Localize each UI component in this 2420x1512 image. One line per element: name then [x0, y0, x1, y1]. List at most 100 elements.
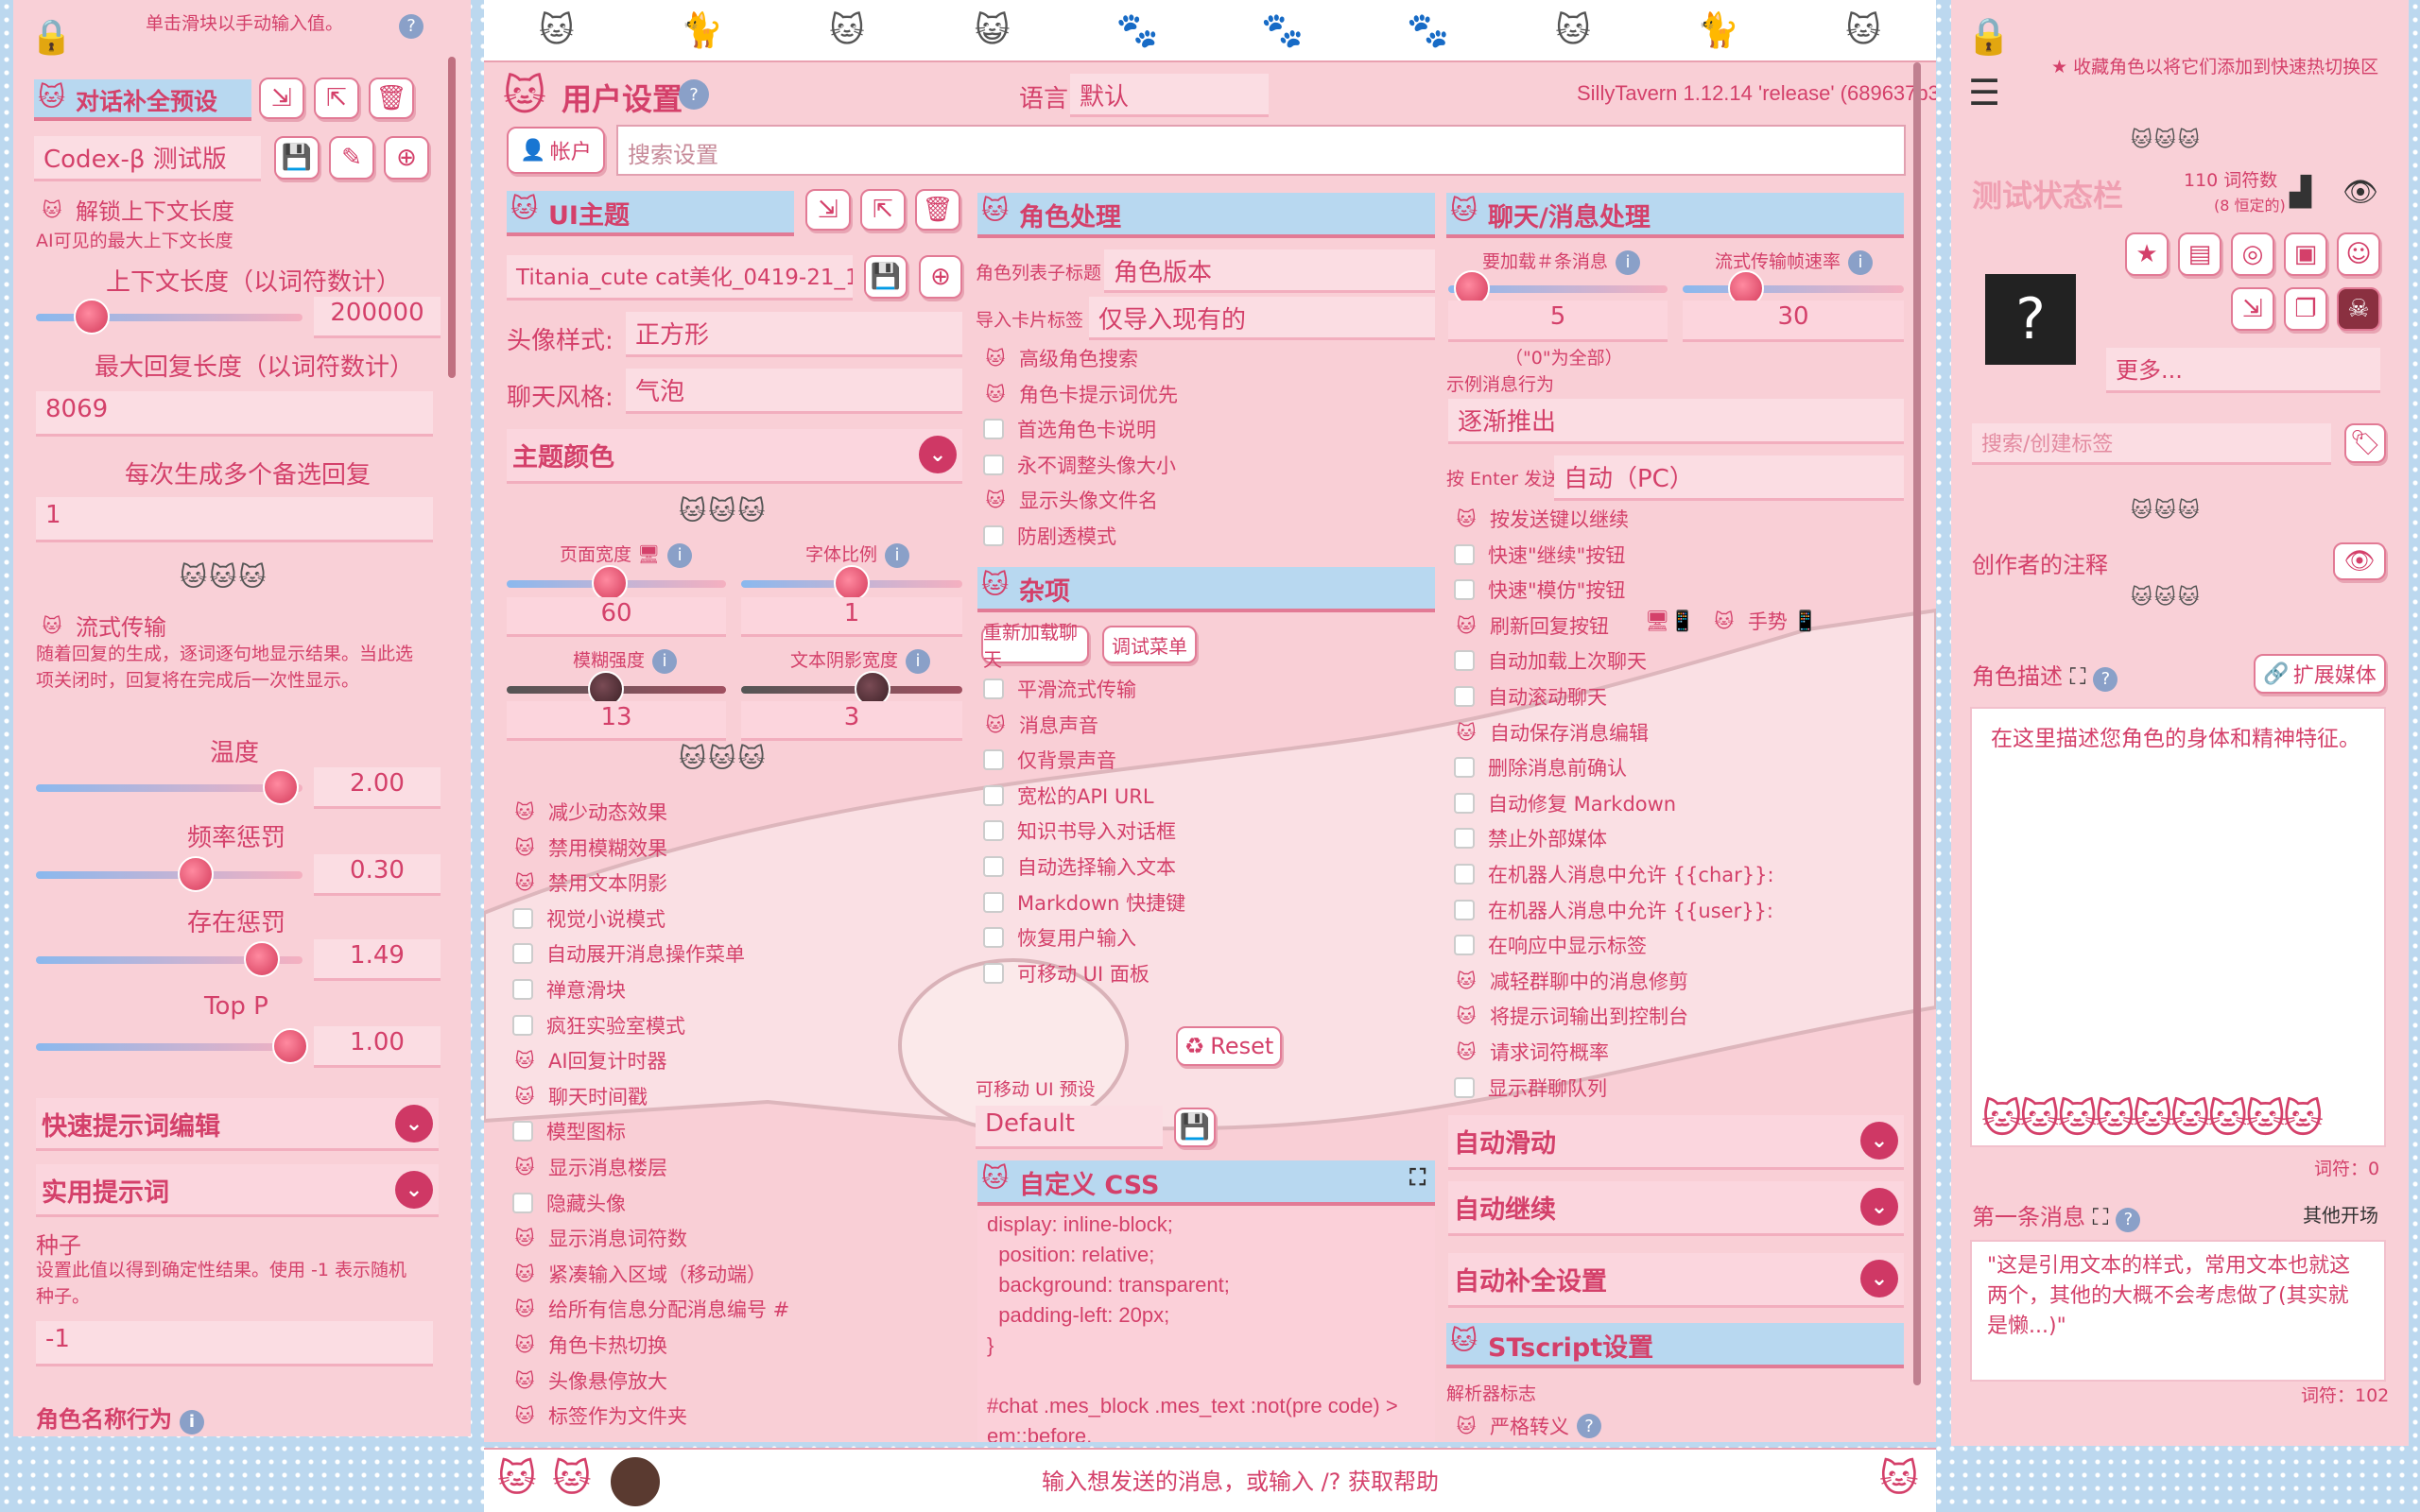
checkbox-row[interactable]: 🐱 显示消息词符数: [512, 1224, 687, 1252]
alternate-greetings-button[interactable]: 其他开场: [2295, 1194, 2386, 1232]
checkbox[interactable]: [1454, 650, 1475, 672]
checkbox-row[interactable]: 删除消息前确认: [1454, 753, 1627, 782]
checkbox-row[interactable]: 🐱 给所有信息分配消息编号 #: [512, 1295, 790, 1323]
page-width-value[interactable]: 60: [507, 597, 726, 637]
cat-check-icon[interactable]: 🐱: [512, 1404, 537, 1427]
text-shadow-slider[interactable]: [741, 671, 962, 707]
checkbox-row[interactable]: 🐱 请求词符概率: [1454, 1038, 1609, 1066]
cat-check-icon[interactable]: 🐱: [512, 1049, 537, 1072]
cat-check-icon[interactable]: 🐱: [512, 1369, 537, 1392]
cat-check-icon[interactable]: 🐱: [983, 489, 1008, 511]
user-settings-icon[interactable]: 🐾: [1112, 5, 1163, 56]
font-scale-slider[interactable]: [741, 565, 962, 601]
checkbox-row[interactable]: 🐱 自动保存消息编辑: [1454, 718, 1649, 747]
ai-response-format-icon[interactable]: 🐱: [821, 5, 873, 56]
character-management-icon[interactable]: 🐈: [1693, 5, 1744, 56]
export-card-button[interactable]: ▣: [2284, 232, 2327, 276]
temperature-input[interactable]: 2.00: [314, 767, 441, 809]
checkbox[interactable]: [983, 525, 1004, 546]
checkbox-row[interactable]: 🐱 减少动态效果: [512, 798, 667, 826]
eye-icon[interactable]: 👁: [2333, 542, 2386, 580]
checkbox-row[interactable]: 自动展开消息操作菜单: [512, 939, 745, 968]
chevron-down-icon[interactable]: ⌄: [919, 436, 957, 473]
checkbox-row[interactable]: 隐藏头像: [512, 1189, 626, 1217]
account-button[interactable]: 👤 帐户: [507, 127, 605, 174]
export-preset-button[interactable]: ⇱: [314, 77, 359, 119]
checkbox-row[interactable]: 疯狂实验室模式: [512, 1011, 685, 1040]
slider-knob[interactable]: [272, 1028, 308, 1064]
checkbox-row[interactable]: 自动滚动聊天: [1454, 682, 1607, 711]
checkbox[interactable]: [1454, 828, 1475, 850]
backgrounds-icon[interactable]: 🐾: [1257, 5, 1308, 56]
api-connections-icon[interactable]: 🐈: [676, 5, 727, 56]
checkbox-row[interactable]: 快速"继续"按钮: [1454, 541, 1625, 569]
checkbox-row[interactable]: 模型图标: [512, 1117, 626, 1145]
cat-check-icon[interactable]: 🐱: [983, 347, 1008, 369]
cat-check-icon[interactable]: 🐱: [983, 713, 1008, 736]
import-tags-button[interactable]: ⇲: [2231, 287, 2274, 331]
checkbox-row[interactable]: 防剧透模式: [983, 522, 1116, 550]
checkbox-row[interactable]: 🐱 角色卡热切换: [512, 1331, 667, 1359]
checkbox[interactable]: [512, 1192, 533, 1213]
cat-check-icon[interactable]: 🐱: [1454, 1040, 1478, 1063]
custom-css-textarea[interactable]: display: inline-block; position: relativ…: [977, 1210, 1435, 1442]
presence-penalty-slider[interactable]: [36, 941, 302, 977]
frequency-penalty-slider[interactable]: [36, 856, 302, 892]
multi-swipe-input[interactable]: 1: [36, 497, 433, 542]
checkbox-row[interactable]: 🐱 禁用文本阴影: [512, 868, 667, 897]
checkbox[interactable]: [983, 784, 1004, 806]
import-theme-button[interactable]: ⇲: [805, 189, 851, 231]
settings-search-input[interactable]: 搜索设置: [616, 125, 1906, 176]
lock-icon[interactable]: 🔒: [30, 17, 73, 57]
checkbox-row[interactable]: 显示群聊队列: [1454, 1074, 1607, 1102]
load-messages-value[interactable]: 5: [1448, 301, 1668, 342]
checkbox[interactable]: [1454, 543, 1475, 565]
unlock-context-checkbox[interactable]: 🐱 解锁上下文长度: [40, 193, 234, 226]
stats-icon[interactable]: ▟: [2290, 176, 2311, 209]
checkbox[interactable]: [1454, 579, 1475, 601]
more-select[interactable]: 更多...: [2106, 348, 2380, 393]
checkbox[interactable]: [983, 891, 1004, 913]
checkbox-row[interactable]: 在机器人消息中允许 {{char}}:: [1454, 860, 1774, 888]
duplicate-button[interactable]: ❐: [2284, 287, 2327, 331]
stream-fps-slider[interactable]: [1683, 270, 1904, 306]
top-p-input[interactable]: 1.00: [314, 1026, 441, 1068]
enter-send-select[interactable]: 自动（PC）: [1554, 455, 1904, 501]
slider-knob[interactable]: [178, 856, 214, 892]
save-theme-button[interactable]: 💾: [864, 255, 908, 299]
checkbox-row[interactable]: 🐱 紧凑输入区域（移动端）: [512, 1260, 767, 1288]
checkbox[interactable]: [1454, 757, 1475, 779]
char-list-subtitle-select[interactable]: 角色版本: [1104, 249, 1435, 293]
top-p-slider[interactable]: [36, 1028, 308, 1064]
checkbox[interactable]: [1454, 899, 1475, 920]
checkbox[interactable]: [512, 979, 533, 1000]
chevron-down-icon[interactable]: ⌄: [1860, 1260, 1898, 1297]
char-description-textarea[interactable]: 在这里描述您角色的身体和精神特征。 🐱🐱🐱🐱🐱🐱🐱🐱🐱: [1970, 707, 2386, 1147]
help-icon[interactable]: ?: [1577, 1414, 1601, 1438]
advanced-def-button[interactable]: ▤: [2178, 232, 2221, 276]
list-icon[interactable]: ☰: [1968, 72, 2000, 113]
avatar-style-select[interactable]: 正方形: [626, 312, 962, 357]
cat-check-icon[interactable]: 🐱: [1454, 614, 1478, 637]
checkbox-row[interactable]: 🐱 AI回复计时器: [512, 1046, 667, 1074]
checkbox-row[interactable]: 首选角色卡说明: [983, 415, 1156, 443]
maximize-icon[interactable]: ⛶: [2070, 663, 2086, 690]
extension-media-button[interactable]: 🔗 扩展媒体: [2254, 654, 2386, 694]
blur-strength-slider[interactable]: [507, 671, 726, 707]
user-icon[interactable]: 🐱: [1838, 5, 1889, 56]
page-width-slider[interactable]: [507, 565, 726, 601]
maximize-icon[interactable]: ⛶: [1409, 1164, 1426, 1191]
load-messages-slider[interactable]: [1448, 270, 1668, 306]
help-icon[interactable]: ?: [2093, 666, 2118, 692]
checkbox[interactable]: [983, 927, 1004, 949]
checkbox-row[interactable]: 🐱 禁用模糊效果: [512, 833, 667, 862]
checkbox-row[interactable]: 宽松的API URL: [983, 782, 1154, 810]
blur-strength-value[interactable]: 13: [507, 701, 726, 741]
reset-button[interactable]: ♻ Reset: [1176, 1026, 1282, 1066]
cat-check-icon[interactable]: 🐱: [512, 1085, 537, 1108]
delete-character-button[interactable]: ☠: [2337, 287, 2380, 331]
checkbox[interactable]: [983, 820, 1004, 842]
max-response-input[interactable]: 8069: [36, 391, 433, 437]
chevron-down-icon[interactable]: ⌄: [395, 1171, 433, 1209]
cat-check-icon[interactable]: 🐱: [1712, 610, 1737, 632]
